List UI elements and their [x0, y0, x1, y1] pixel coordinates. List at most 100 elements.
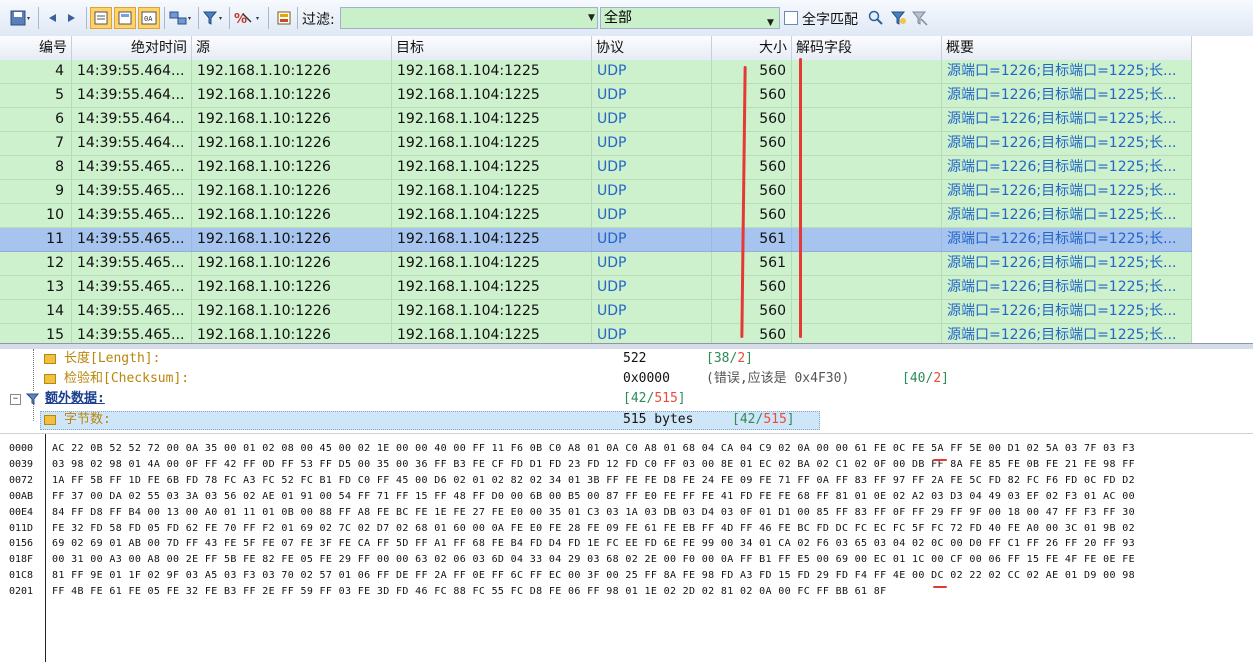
table-row[interactable]: 11 14:39:55.465... 192.168.1.10:1226 192.16…	[0, 228, 1192, 252]
column-header-source[interactable]: 源	[192, 36, 392, 60]
filter-input[interactable]: ▼	[340, 7, 598, 29]
tree-row-length[interactable]: 长度[Length]: 522 [38/2]	[0, 349, 1253, 369]
cell-source: 192.168.1.10:1226	[192, 108, 392, 131]
cell-summary: 源端口=1226;目标端口=1225;长...	[942, 300, 1192, 323]
cell-summary: 源端口=1226;目标端口=1225;长...	[942, 108, 1192, 131]
column-header-protocol[interactable]: 协议	[592, 36, 712, 60]
hex-bytes[interactable]: 81 FF 9E 01 1F 02 9F 03 A5 03 F3 03 70 0…	[52, 570, 1135, 581]
hex-offset: 00E4	[9, 506, 34, 518]
hex-bytes[interactable]: 03 98 02 98 01 4A 00 0F FF 42 FF 0D FF 5…	[52, 459, 1135, 470]
column-header-decode[interactable]: 解码字段	[792, 36, 942, 60]
cell-decode	[792, 300, 942, 323]
clear-icon[interactable]	[273, 7, 295, 29]
cell-summary: 源端口=1226;目标端口=1225;长...	[942, 252, 1192, 275]
decode-icon[interactable]: %	[232, 7, 264, 29]
cell-number: 7	[0, 132, 72, 155]
view-detail-icon[interactable]	[114, 7, 136, 29]
cell-source: 192.168.1.10:1226	[192, 276, 392, 299]
hex-bytes[interactable]: FE 32 FD 58 FD 05 FD 62 FE 70 FF F2 01 6…	[52, 523, 1135, 534]
cell-summary: 源端口=1226;目标端口=1225;长...	[942, 228, 1192, 251]
table-row[interactable]: 5 14:39:55.464... 192.168.1.10:1226 192.168…	[0, 84, 1192, 108]
collapse-icon[interactable]: −	[10, 394, 21, 405]
cell-protocol: UDP	[592, 60, 712, 83]
cell-destination: 192.168.1.104:1225	[392, 228, 592, 251]
filter-icon[interactable]	[201, 7, 227, 29]
filter-label: 过滤:	[302, 12, 335, 28]
hex-bytes[interactable]: AC 22 0B 52 52 72 00 0A 35 00 01 02 08 0…	[52, 443, 1135, 454]
cell-time: 14:39:55.465...	[72, 156, 192, 179]
cell-time: 14:39:55.465...	[72, 204, 192, 227]
chevron-down-icon[interactable]: ▼	[588, 13, 595, 23]
field-label: 检验和[Checksum]:	[64, 371, 190, 386]
full-match-checkbox[interactable]	[784, 11, 798, 25]
filter-clear-icon[interactable]	[910, 7, 930, 29]
cell-size: 560	[712, 60, 792, 83]
table-row[interactable]: 4 14:39:55.464... 192.168.1.10:1226 192.168…	[0, 60, 1192, 84]
column-header-size[interactable]: 大小	[712, 36, 792, 60]
table-row[interactable]: 13 14:39:55.465... 192.168.1.10:1226 192.16…	[0, 276, 1192, 300]
cell-destination: 192.168.1.104:1225	[392, 300, 592, 323]
tree-row-checksum[interactable]: 检验和[Checksum]: 0x0000 (错误,应该是 0x4F30) [4…	[0, 369, 1253, 389]
hex-offset: 01C8	[9, 570, 34, 582]
table-row[interactable]: 15 14:39:55.465... 192.168.1.10:1226 192.16…	[0, 324, 1192, 343]
table-row[interactable]: 8 14:39:55.465... 192.168.1.10:1226 192.168…	[0, 156, 1192, 180]
tree-row-extra-data[interactable]: − 额外数据: [42/515]	[0, 389, 1253, 409]
cell-protocol: UDP	[592, 300, 712, 323]
cell-source: 192.168.1.10:1226	[192, 324, 392, 343]
cell-summary: 源端口=1226;目标端口=1225;长...	[942, 180, 1192, 203]
view-hex-icon[interactable]: 0A	[138, 7, 160, 29]
cell-destination: 192.168.1.104:1225	[392, 84, 592, 107]
field-icon	[44, 415, 56, 425]
cell-size: 560	[712, 84, 792, 107]
cell-number: 11	[0, 228, 72, 251]
cell-protocol: UDP	[592, 156, 712, 179]
cell-summary: 源端口=1226;目标端口=1225;长...	[942, 132, 1192, 155]
cell-time: 14:39:55.464...	[72, 108, 192, 131]
decode-tree: 长度[Length]: 522 [38/2] 检验和[Checksum]: 0x…	[0, 349, 1253, 433]
column-header-time[interactable]: 绝对时间	[72, 36, 192, 60]
packet-list-header: 编号 绝对时间 源 目标 协议 大小 解码字段 概要	[0, 36, 1192, 61]
cell-source: 192.168.1.10:1226	[192, 228, 392, 251]
hex-bytes[interactable]: FF 37 00 DA 02 55 03 3A 03 56 02 AE 01 9…	[52, 491, 1135, 502]
chevron-down-icon[interactable]: ▼	[767, 13, 774, 33]
column-header-summary[interactable]: 概要	[942, 36, 1192, 60]
cell-number: 6	[0, 108, 72, 131]
hex-bytes[interactable]: 69 02 69 01 AB 00 7D FF 43 FE 5F FE 07 F…	[52, 538, 1135, 549]
cell-destination: 192.168.1.104:1225	[392, 156, 592, 179]
table-row[interactable]: 12 14:39:55.465... 192.168.1.10:1226 192.16…	[0, 252, 1192, 276]
hex-bytes[interactable]: 1A FF 5B FF 1D FE 6B FD 78 FC A3 FC 52 F…	[52, 475, 1135, 486]
cell-destination: 192.168.1.104:1225	[392, 108, 592, 131]
cell-decode	[792, 132, 942, 155]
cell-protocol: UDP	[592, 252, 712, 275]
tree-row-bytes[interactable]: 字节数: 515 bytes [42/515]	[0, 410, 1253, 430]
forward-icon[interactable]	[63, 7, 81, 29]
annotation-mark	[933, 586, 947, 588]
table-row[interactable]: 10 14:39:55.465... 192.168.1.10:1226 192.16…	[0, 204, 1192, 228]
view-list-icon[interactable]	[90, 7, 112, 29]
table-row[interactable]: 14 14:39:55.465... 192.168.1.10:1226 192.16…	[0, 300, 1192, 324]
cell-time: 14:39:55.464...	[72, 132, 192, 155]
cell-number: 13	[0, 276, 72, 299]
table-row[interactable]: 7 14:39:55.464... 192.168.1.10:1226 192.168…	[0, 132, 1192, 156]
cell-protocol: UDP	[592, 180, 712, 203]
table-row[interactable]: 6 14:39:55.464... 192.168.1.10:1226 192.168…	[0, 108, 1192, 132]
hex-bytes[interactable]: FF 4B FE 61 FE 05 FE 32 FE B3 FF 2E FF 5…	[52, 586, 887, 597]
network-icon[interactable]	[167, 7, 195, 29]
back-icon[interactable]	[43, 7, 61, 29]
cell-source: 192.168.1.10:1226	[192, 132, 392, 155]
cell-destination: 192.168.1.104:1225	[392, 276, 592, 299]
table-row[interactable]: 9 14:39:55.465... 192.168.1.10:1226 192.168…	[0, 180, 1192, 204]
hex-bytes[interactable]: 00 31 00 A3 00 A8 00 2E FF 5B FE 82 FE 0…	[52, 554, 1135, 565]
hex-bytes[interactable]: 84 FF D8 FF B4 00 13 00 A0 01 11 01 0B 0…	[52, 507, 1135, 518]
search-icon[interactable]	[866, 7, 886, 29]
cell-decode	[792, 108, 942, 131]
hex-offset: 0156	[9, 538, 34, 550]
filter-apply-icon[interactable]	[889, 7, 909, 29]
cell-summary: 源端口=1226;目标端口=1225;长...	[942, 84, 1192, 107]
save-icon[interactable]	[6, 7, 34, 29]
column-header-number[interactable]: 编号	[0, 36, 72, 60]
cell-number: 8	[0, 156, 72, 179]
cell-time: 14:39:55.465...	[72, 324, 192, 343]
scope-dropdown[interactable]: 全部 ▼	[600, 7, 780, 29]
column-header-destination[interactable]: 目标	[392, 36, 592, 60]
